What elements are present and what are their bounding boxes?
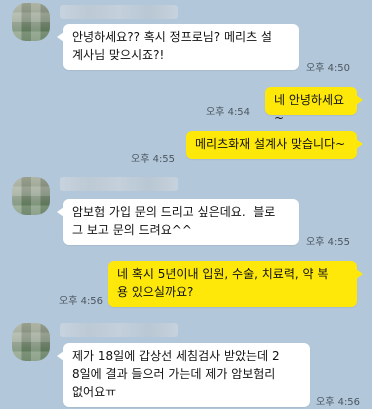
avatar[interactable] — [12, 177, 50, 215]
message-bubble-incoming[interactable]: 안녕하세요?? 혹시 정프로님? 메리츠 설 계사님 맞으시죠?! — [57, 24, 299, 70]
message-bubble-outgoing[interactable]: 메리츠화재 설계사 맞습니다~ — [186, 131, 363, 159]
message-timestamp: 오후 4:54 — [206, 107, 251, 118]
message-bubble-incoming[interactable]: 제가 18일에 갑상선 세침검사 받았는데 2 8일에 결과 들으러 가는데 제… — [57, 343, 310, 407]
sender-name-blurred — [60, 177, 178, 191]
message-bubble-outgoing[interactable]: 네 혹시 5년이내 입원, 수술, 치료력, 약 복 용 있으실까요? — [108, 261, 363, 307]
message-timestamp: 오후 4:55 — [306, 237, 351, 248]
message-bubble-incoming[interactable]: 암보험 가입 문의 드리고 싶은데요. 블로 그 보고 문의 드려요^^ — [57, 199, 299, 245]
avatar[interactable] — [12, 3, 50, 41]
message-timestamp: 오후 4:56 — [316, 397, 361, 408]
message-timestamp: 오후 4:55 — [131, 154, 176, 165]
message-timestamp: 오후 4:56 — [59, 296, 104, 307]
avatar[interactable] — [12, 323, 50, 361]
message-timestamp: 오후 4:50 — [306, 63, 351, 74]
sender-name-blurred — [60, 5, 178, 19]
message-bubble-outgoing[interactable]: 네 안녕하세요~ — [265, 87, 363, 125]
sender-name-blurred — [60, 323, 178, 337]
